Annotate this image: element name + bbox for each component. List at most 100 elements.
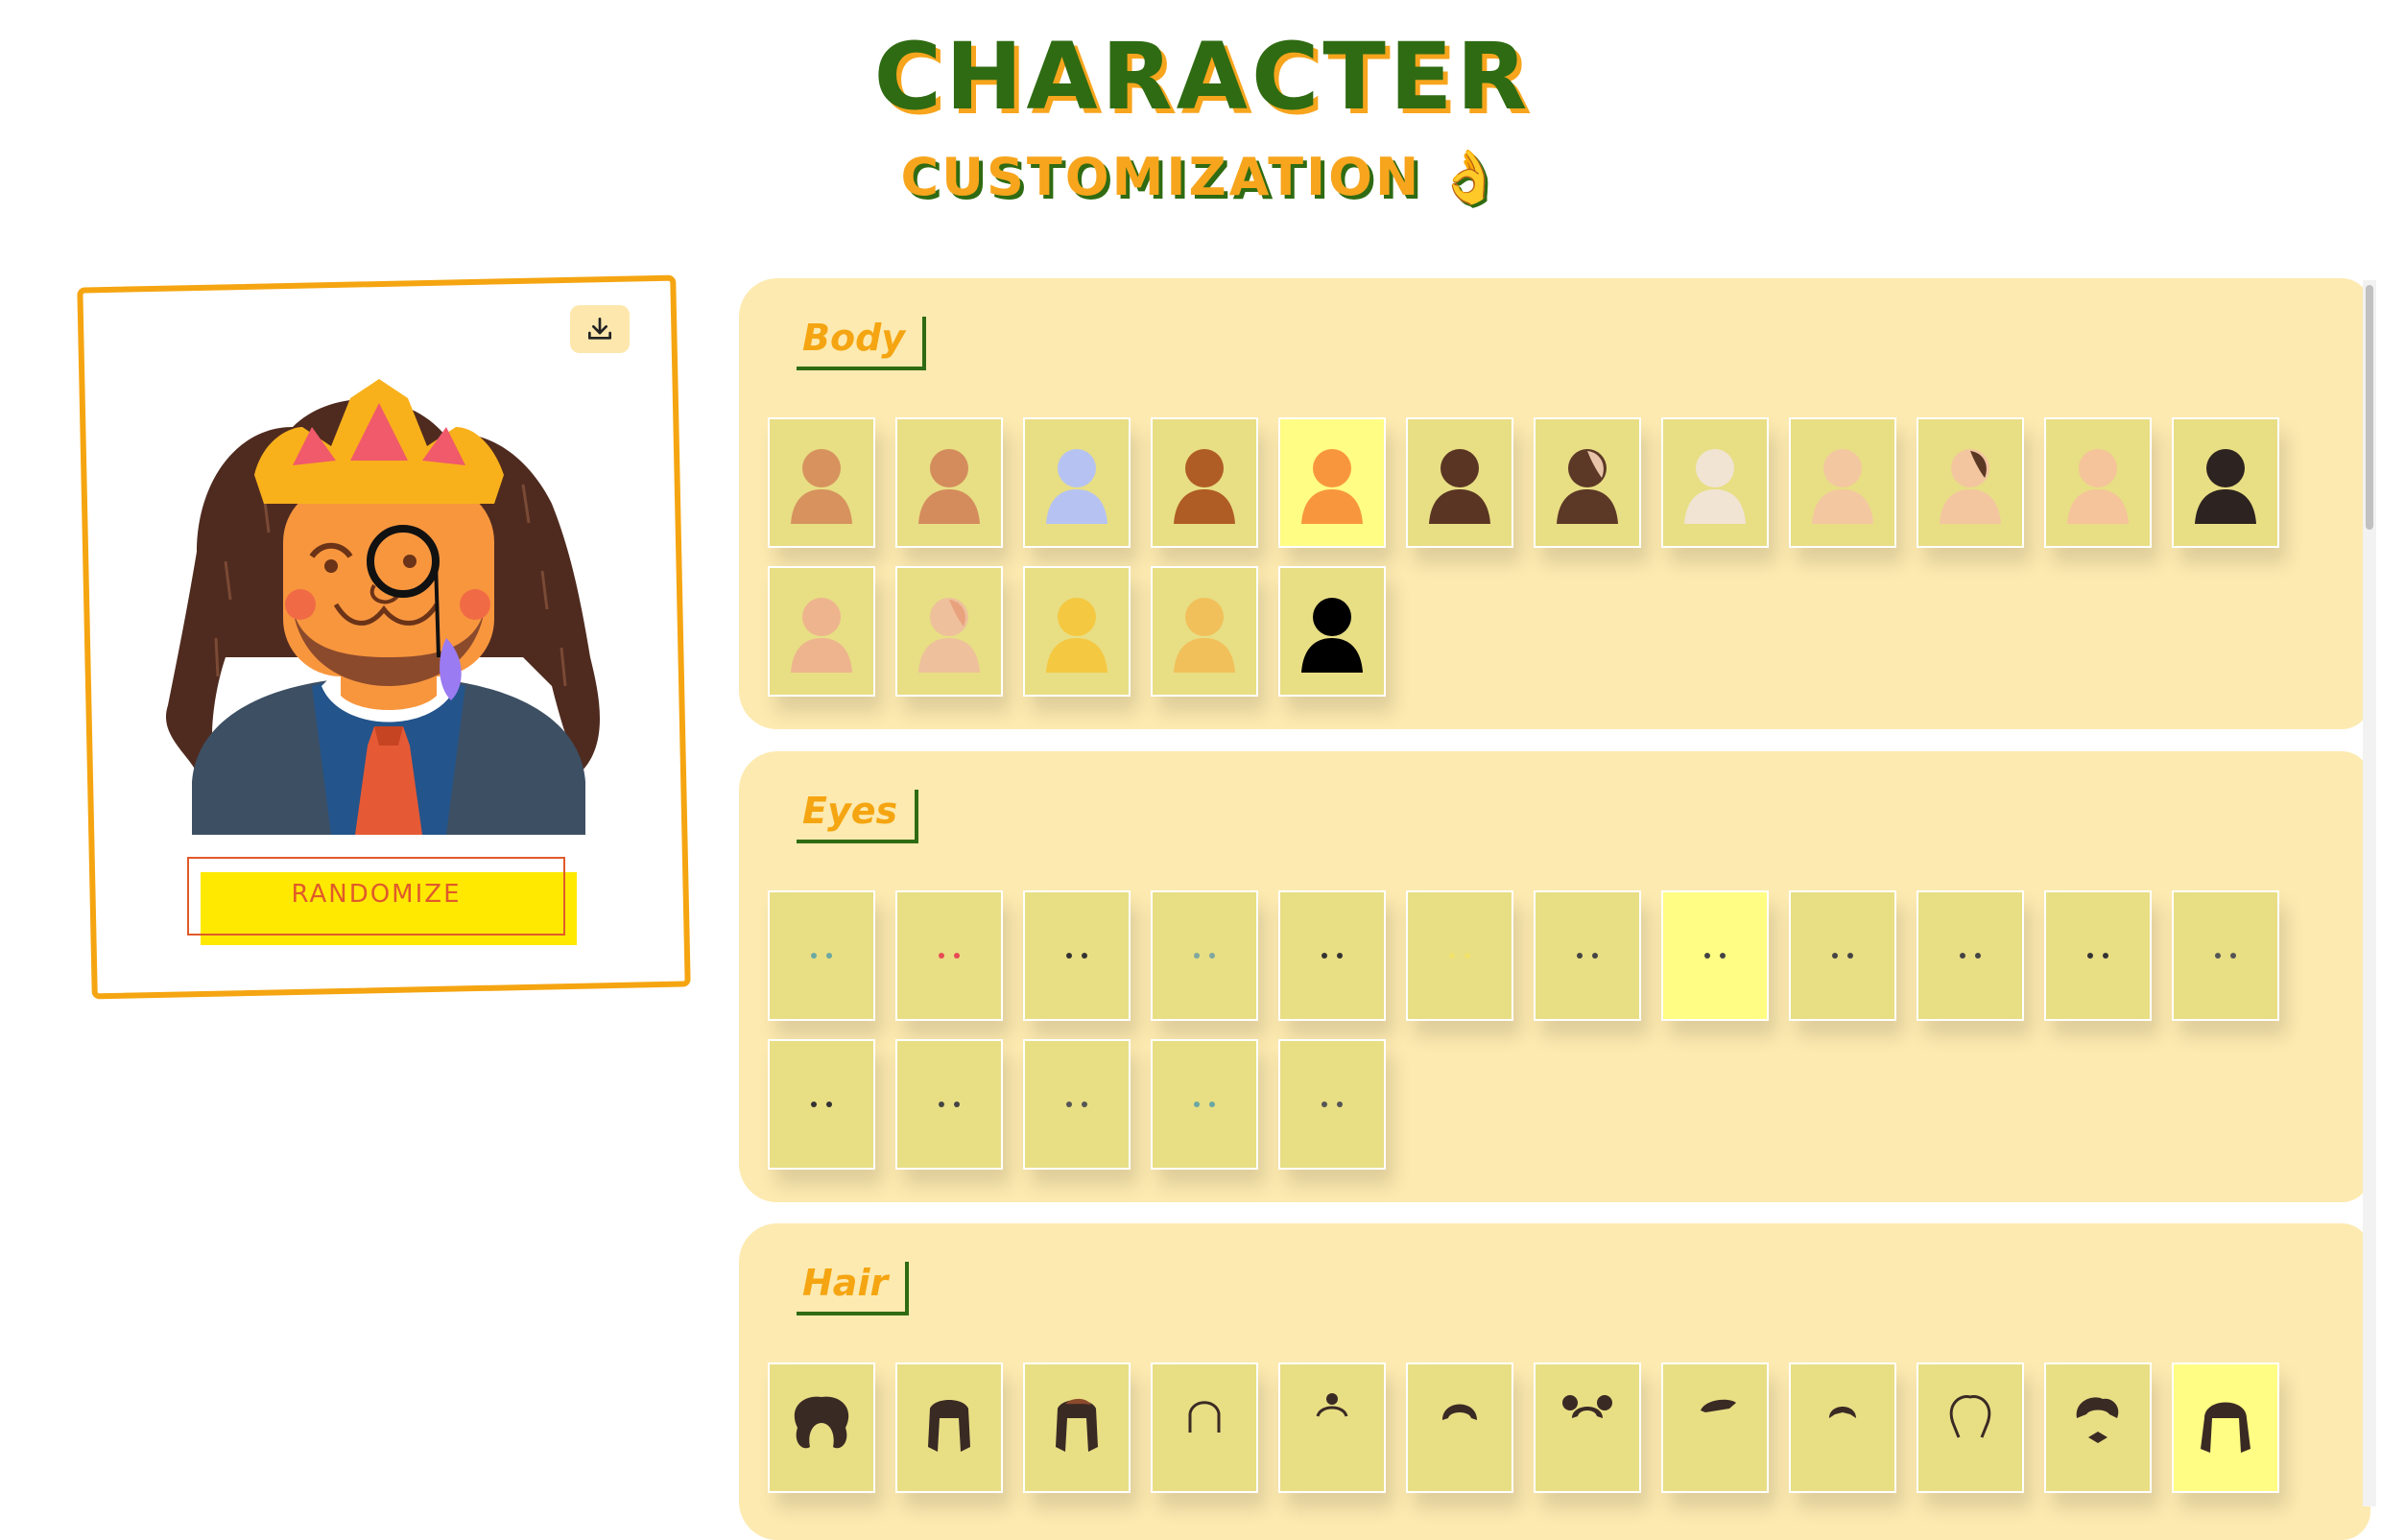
hair-option-1[interactable] [768, 1362, 875, 1493]
hair-option-4[interactable] [1151, 1362, 1258, 1493]
hair-preview-icon [794, 1396, 849, 1449]
hair-preview-icon [2201, 1402, 2250, 1453]
hair-option-9[interactable] [1789, 1362, 1896, 1493]
eyes-option-17[interactable] [1278, 1039, 1386, 1170]
eyes-option-3[interactable] [1023, 890, 1131, 1021]
body-option-16[interactable] [1151, 566, 1258, 697]
body-option-12[interactable] [2172, 417, 2279, 548]
section-title-hair: Hair [797, 1262, 910, 1315]
hair-preview-icon [1442, 1404, 1477, 1420]
body-option-2[interactable] [895, 417, 1003, 548]
section-body-panel: Body [739, 278, 2370, 729]
body-option-5[interactable] [1278, 417, 1386, 548]
eyes-preview-icon [1194, 953, 1215, 959]
eyes-option-7[interactable] [1534, 890, 1641, 1021]
body-option-8[interactable] [1661, 417, 1769, 548]
body-option-3[interactable] [1023, 417, 1131, 548]
body-preview-icon [1940, 449, 2001, 524]
eyes-preview-icon [1832, 953, 1853, 959]
body-preview-icon [2195, 449, 2256, 524]
eyes-preview-icon [939, 1102, 960, 1107]
body-option-9[interactable] [1789, 417, 1896, 548]
section-title-eyes: Eyes [797, 790, 919, 843]
hair-option-2[interactable] [895, 1362, 1003, 1493]
hair-preview-icon [1829, 1407, 1856, 1418]
ok-hand-icon: 👌 [1437, 147, 1505, 207]
body-option-14[interactable] [895, 566, 1003, 697]
page-subtitle-row: CUSTOMIZATION 👌 [0, 144, 2405, 211]
eyes-preview-icon [811, 1102, 832, 1107]
body-option-4[interactable] [1151, 417, 1258, 548]
hair-option-3[interactable] [1023, 1362, 1131, 1493]
body-option-15[interactable] [1023, 566, 1131, 697]
hair-preview-icon [1949, 1394, 1991, 1438]
body-option-13[interactable] [768, 566, 875, 697]
eyes-option-6[interactable] [1406, 890, 1513, 1021]
body-preview-icon [1174, 449, 1235, 524]
hair-preview-icon [1316, 1393, 1348, 1417]
body-preview-icon [1046, 598, 1107, 673]
eyes-option-8[interactable] [1661, 890, 1769, 1021]
body-option-17[interactable] [1278, 566, 1386, 697]
body-option-6[interactable] [1406, 417, 1513, 548]
body-preview-icon [1301, 598, 1363, 673]
download-icon [588, 318, 611, 340]
body-preview-icon [1301, 449, 1363, 524]
page-scrollbar-thumb[interactable] [2366, 285, 2373, 530]
eyes-option-10[interactable] [1917, 890, 2024, 1021]
body-preview-icon [2067, 449, 2129, 524]
eyes-option-13[interactable] [768, 1039, 875, 1170]
body-preview-icon [1046, 449, 1107, 524]
hair-preview-icon [928, 1400, 970, 1452]
hair-preview-icon [2076, 1397, 2119, 1443]
eyes-preview-icon [1577, 953, 1598, 959]
hair-option-8[interactable] [1661, 1362, 1769, 1493]
eyes-preview-icon [1066, 1102, 1087, 1107]
eyes-option-2[interactable] [895, 890, 1003, 1021]
body-option-10[interactable] [1917, 417, 2024, 548]
eyes-option-5[interactable] [1278, 890, 1386, 1021]
eyes-option-12[interactable] [2172, 890, 2279, 1021]
hair-preview-icon [1701, 1399, 1736, 1412]
eyes-option-4[interactable] [1151, 890, 1258, 1021]
body-preview-icon [918, 598, 980, 673]
hair-option-6[interactable] [1406, 1362, 1513, 1493]
body-option-7[interactable] [1534, 417, 1641, 548]
randomize-button[interactable]: RANDOMIZE [187, 857, 565, 936]
body-option-1[interactable] [768, 417, 875, 548]
eyes-option-16[interactable] [1151, 1039, 1258, 1170]
hair-preview-icon [1188, 1401, 1221, 1433]
section-title-body: Body [797, 317, 927, 370]
hair-option-7[interactable] [1534, 1362, 1641, 1493]
page-header: CHARACTER CUSTOMIZATION 👌 [0, 19, 2405, 211]
download-button[interactable] [570, 305, 630, 353]
body-preview-icon [791, 449, 852, 524]
eyes-preview-icon [2087, 953, 2108, 959]
body-option-11[interactable] [2044, 417, 2152, 548]
eyes-preview-icon [1066, 953, 1087, 959]
body-preview-icon [1812, 449, 1873, 524]
eyes-preview-icon [811, 953, 832, 959]
randomize-wrapper: RANDOMIZE [187, 857, 577, 945]
body-preview-icon [1174, 598, 1235, 673]
hair-option-11[interactable] [2044, 1362, 2152, 1493]
eyes-option-14[interactable] [895, 1039, 1003, 1170]
eyes-preview-icon [1960, 953, 1981, 959]
eyes-option-15[interactable] [1023, 1039, 1131, 1170]
eyes-preview-icon [1704, 953, 1726, 959]
eyes-preview-icon [1449, 953, 1470, 959]
page-subtitle: CUSTOMIZATION [900, 147, 1422, 207]
eyes-preview-icon [1194, 1102, 1215, 1107]
eyes-preview-icon [1322, 1102, 1343, 1107]
eyes-option-1[interactable] [768, 890, 875, 1021]
body-preview-icon [1557, 449, 1618, 524]
eyes-preview-icon [2215, 953, 2236, 959]
hair-option-5[interactable] [1278, 1362, 1386, 1493]
avatar-preview [165, 379, 600, 835]
hair-option-12[interactable] [2172, 1362, 2279, 1493]
hair-option-10[interactable] [1917, 1362, 2024, 1493]
eyes-option-9[interactable] [1789, 890, 1896, 1021]
eyes-preview-icon [939, 953, 960, 959]
eyes-option-11[interactable] [2044, 890, 2152, 1021]
section-eyes-panel: Eyes [739, 751, 2370, 1202]
